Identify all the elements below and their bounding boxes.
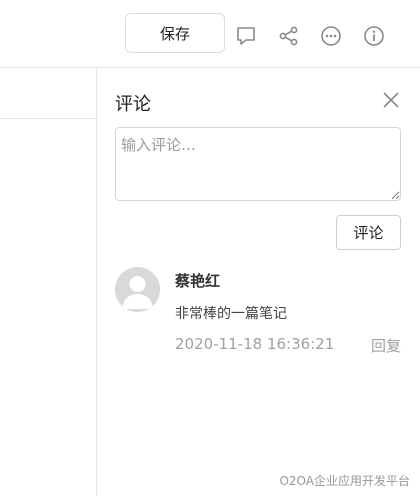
comment-timestamp: 2020-11-18 16:36:21 xyxy=(175,335,335,353)
comment-text: 非常棒的一篇笔记 xyxy=(175,306,287,322)
reply-link[interactable]: 回复 xyxy=(371,335,401,356)
comment-author: 蔡艳红 xyxy=(175,272,221,290)
panel-divider xyxy=(96,68,97,496)
document-divider xyxy=(0,118,96,119)
comments-panel-title: 评论 xyxy=(115,94,151,115)
more-icon[interactable] xyxy=(319,24,343,48)
avatar xyxy=(115,267,160,312)
toolbar: 保存 xyxy=(0,0,420,68)
share-icon[interactable] xyxy=(277,24,301,48)
close-icon[interactable] xyxy=(380,89,402,111)
info-icon[interactable] xyxy=(362,24,386,48)
page: 保存 评论 输入评论… 评论 蔡艳红 非常棒的一篇笔记 2020-11-18 1… xyxy=(0,0,420,496)
comment-icon[interactable] xyxy=(234,24,258,48)
watermark: O2OA企业应用开发平台 xyxy=(279,474,410,488)
comment-input[interactable] xyxy=(115,127,401,201)
save-button[interactable]: 保存 xyxy=(125,13,225,53)
submit-comment-button[interactable]: 评论 xyxy=(336,215,401,250)
